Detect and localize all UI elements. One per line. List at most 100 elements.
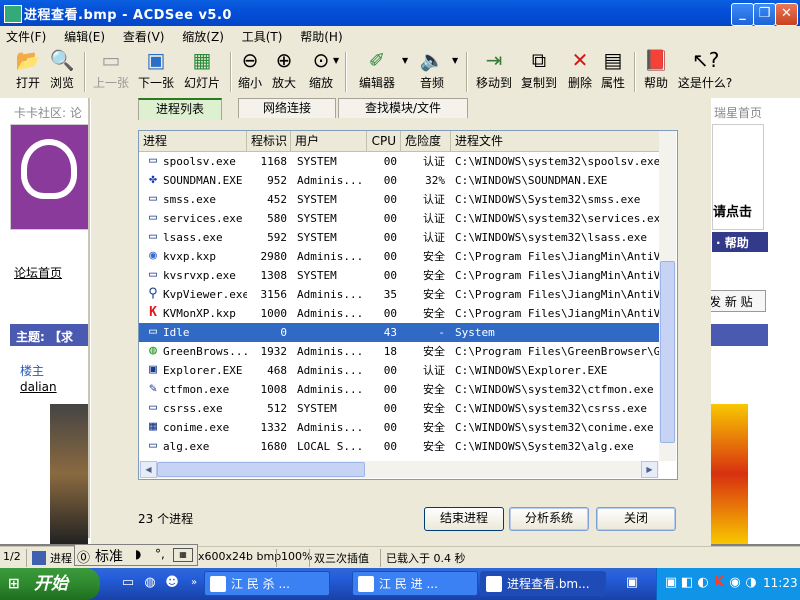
cell-path: C:\WINDOWS\system32\conime.exe xyxy=(455,421,654,434)
menu-tools[interactable]: 工具(T) xyxy=(236,26,291,45)
next-button[interactable]: ▣ 下一张 xyxy=(136,48,176,91)
slideshow-button[interactable]: ▦ 幻灯片 xyxy=(180,48,224,91)
table-row[interactable]: K KVMonXP.kxp 1000 Adminis... 00 安全 C:\Program… xyxy=(139,304,659,323)
quicklaunch-more-icon[interactable]: » xyxy=(186,575,202,591)
table-row[interactable]: ▭ alg.exe 1680 LOCAL S... 00 安全 C:\WINDOWS\Sys… xyxy=(139,437,659,456)
process-icon: ⚲ xyxy=(148,286,158,301)
start-button[interactable]: ⊞ 开始 xyxy=(0,568,100,600)
menu-zoom[interactable]: 缩放(Z) xyxy=(176,26,232,45)
table-row[interactable]: ▭ spoolsv.exe 1168 SYSTEM 00 认证 C:\WINDOWS\sys… xyxy=(139,152,659,171)
end-process-button[interactable]: 结束进程 xyxy=(424,507,504,531)
properties-icon: ▤ xyxy=(603,48,623,72)
cell-path: C:\WINDOWS\Explorer.EXE xyxy=(455,364,608,377)
ime-punctuation-icon[interactable]: °, xyxy=(155,547,165,561)
zoom-out-button[interactable]: ⊖ 缩小 xyxy=(234,48,266,91)
delete-button[interactable]: ✕ 删除 xyxy=(565,48,595,91)
table-row[interactable]: ▭ lsass.exe 592 SYSTEM 00 认证 C:\WINDOWS\system… xyxy=(139,228,659,247)
column-process[interactable]: 进程 xyxy=(139,131,247,151)
help-button[interactable]: 📕 帮助 xyxy=(641,48,671,91)
tray-monitor-icon[interactable]: ▣ xyxy=(663,575,679,591)
column-user[interactable]: 用户 xyxy=(291,131,367,151)
tab-network[interactable]: 网络连接 xyxy=(238,98,336,118)
close-dialog-button[interactable]: 关闭 xyxy=(596,507,676,531)
zoom-dropdown-arrow[interactable]: ▼ xyxy=(333,56,339,65)
app-icon xyxy=(4,5,22,23)
cell-user: Adminis... xyxy=(297,383,364,396)
minimize-button[interactable]: _ xyxy=(731,3,754,26)
editor-button[interactable]: ✐ 编辑器 xyxy=(356,48,398,91)
cell-cpu: 00 xyxy=(383,212,397,225)
task-jiangmin-antivirus[interactable]: 江 民 杀 ... xyxy=(204,571,330,596)
table-row[interactable]: ▦ conime.exe 1332 Adminis... 00 安全 C:\WINDOWS\… xyxy=(139,418,659,437)
browser-quicklaunch-icon[interactable]: ◍ xyxy=(142,575,158,591)
menu-file[interactable]: 文件(F) xyxy=(0,26,54,45)
restore-button[interactable]: ❐ xyxy=(753,3,776,26)
tray-rising-icon[interactable]: ◉ xyxy=(727,575,743,591)
task-acdsee[interactable]: 进程查看.bm... xyxy=(480,571,606,596)
horizontal-scrollbar[interactable]: ◀ ▶ xyxy=(139,461,659,478)
tray-network-icon[interactable]: ◧ xyxy=(679,575,695,591)
zoom-in-button[interactable]: ⊕ 放大 xyxy=(268,48,300,91)
cell-path: C:\WINDOWS\System32\alg.exe xyxy=(455,440,634,453)
table-row[interactable]: ▭ smss.exe 452 SYSTEM 00 认证 C:\WINDOWS\System3… xyxy=(139,190,659,209)
prev-button[interactable]: ▭ 上一张 xyxy=(90,48,132,91)
table-row[interactable]: ▭ Idle 0 43 - System xyxy=(139,323,659,342)
vertical-scrollbar[interactable] xyxy=(659,131,676,461)
open-button[interactable]: 📂 打开 xyxy=(12,48,44,91)
cell-risk: 认证 xyxy=(423,231,445,244)
ime-mode-button[interactable]: 标准 xyxy=(95,546,123,566)
table-row[interactable]: ◍ GreenBrows... 1932 Adminis... 18 安全 C:\Progr… xyxy=(139,342,659,361)
scroll-right-button[interactable]: ▶ xyxy=(641,461,658,478)
audio-button[interactable]: 🔈 音频 xyxy=(416,48,448,91)
status-separator xyxy=(380,549,381,567)
tray-kv-icon[interactable]: K xyxy=(711,575,727,591)
menu-help[interactable]: 帮助(H) xyxy=(294,26,350,45)
table-row[interactable]: ⚲ KvpViewer.exe 3156 Adminis... 35 安全 C:\Progr… xyxy=(139,285,659,304)
cell-user: SYSTEM xyxy=(297,231,337,244)
show-desktop-icon[interactable]: ▭ xyxy=(120,575,136,591)
tray-volume-icon[interactable]: ◐ xyxy=(695,575,711,591)
taskbar: ⊞ 开始 ▭ ◍ ☻ » 江 民 杀 ... 江 民 进 ... 进程查看.bm… xyxy=(0,568,800,600)
editor-dropdown-arrow[interactable]: ▼ xyxy=(402,56,408,65)
tray-sound-icon[interactable]: ◑ xyxy=(743,575,759,591)
table-row[interactable]: ▭ kvsrvxp.exe 1308 SYSTEM 00 安全 C:\Program Fil… xyxy=(139,266,659,285)
task-jiangmin-process[interactable]: 江 民 进 ... xyxy=(352,571,478,596)
move-to-button[interactable]: ⇥ 移动到 xyxy=(474,48,514,91)
menu-edit[interactable]: 编辑(E) xyxy=(58,26,113,45)
language-bar-icon[interactable]: ▣ xyxy=(624,575,640,591)
column-pid[interactable]: 程标识 xyxy=(247,131,291,151)
analyze-system-button[interactable]: 分析系统 xyxy=(509,507,589,531)
table-row[interactable]: ✎ ctfmon.exe 1008 Adminis... 00 安全 C:\WINDOWS\… xyxy=(139,380,659,399)
cell-path: C:\WINDOWS\SOUNDMAN.EXE xyxy=(455,174,608,187)
copy-to-button[interactable]: ⧉ 复制到 xyxy=(519,48,559,91)
table-row[interactable]: ▣ Explorer.EXE 468 Adminis... 00 认证 C:\WINDOWS… xyxy=(139,361,659,380)
process-list[interactable]: 进程 程标识 用户 CPU 危险度 进程文件 ▭ spoolsv.exe 1168 S… xyxy=(138,130,678,480)
ime-half-width-icon[interactable]: ◗ xyxy=(135,547,141,561)
table-row[interactable]: ▭ services.exe 580 SYSTEM 00 认证 C:\WINDOWS\sys… xyxy=(139,209,659,228)
tab-find-module[interactable]: 查找模块/文件 xyxy=(338,98,468,118)
vertical-scroll-thumb[interactable] xyxy=(660,261,675,443)
horizontal-scroll-thumb[interactable] xyxy=(157,462,365,477)
table-row[interactable]: ▭ csrss.exe 512 SYSTEM 00 安全 C:\WINDOWS\system… xyxy=(139,399,659,418)
close-button[interactable]: ✕ xyxy=(775,3,798,26)
list-rows: ▭ spoolsv.exe 1168 SYSTEM 00 认证 C:\WINDOWS\sys… xyxy=(139,152,659,462)
properties-button[interactable]: ▤ 属性 xyxy=(598,48,628,91)
column-risk[interactable]: 危险度 xyxy=(401,131,451,151)
audio-dropdown-arrow[interactable]: ▼ xyxy=(452,56,458,65)
column-cpu[interactable]: CPU xyxy=(367,131,401,151)
scroll-left-button[interactable]: ◀ xyxy=(140,461,157,478)
cell-pid: 2980 xyxy=(260,250,288,263)
qq-icon[interactable]: ☻ xyxy=(164,575,180,591)
ime-keyboard-icon[interactable]: ▦ xyxy=(173,548,193,562)
menu-view[interactable]: 查看(V) xyxy=(117,26,173,45)
zoom-button[interactable]: ⊙ 缩放 xyxy=(305,48,337,91)
browse-button[interactable]: 🔍 浏览 xyxy=(46,48,78,91)
tab-process-list[interactable]: 进程列表 xyxy=(138,98,222,120)
whats-this-button[interactable]: ↖? 这是什么? xyxy=(676,48,734,91)
column-path[interactable]: 进程文件 xyxy=(451,131,659,151)
topic-header: 主题: 【求 xyxy=(10,324,90,346)
folder-open-icon: 📂 xyxy=(15,48,41,72)
table-row[interactable]: ✤ SOUNDMAN.EXE 952 Adminis... 00 32% C:\WINDOW… xyxy=(139,171,659,190)
new-post-link: 发 新 贴 xyxy=(709,295,753,309)
table-row[interactable]: ◉ kvxp.kxp 2980 Adminis... 00 安全 C:\Program Fi… xyxy=(139,247,659,266)
